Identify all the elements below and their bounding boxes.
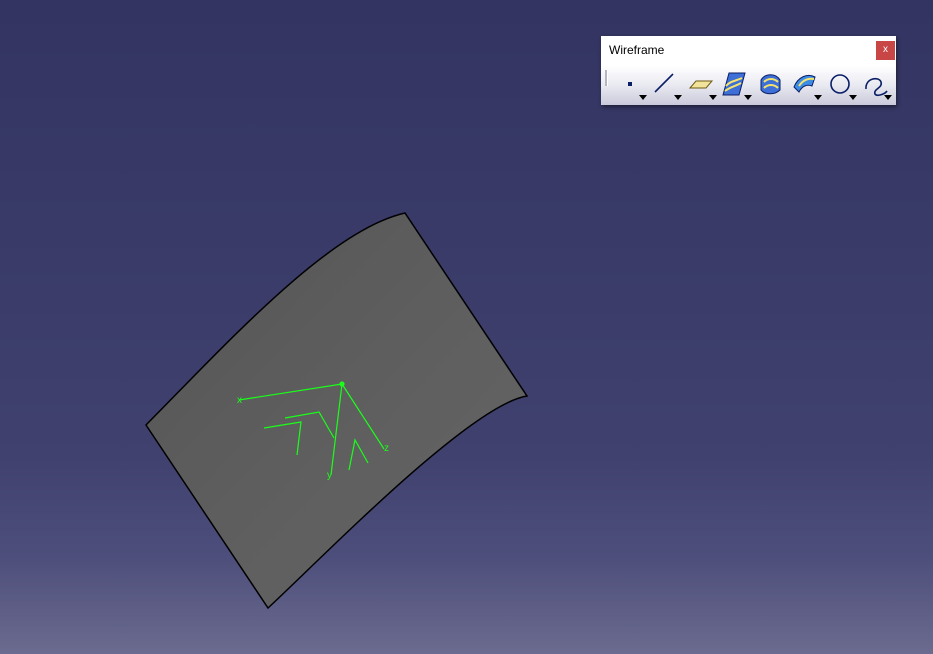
axis-z-label: z	[384, 443, 389, 454]
point-dropdown-arrow[interactable]	[639, 95, 647, 100]
projection-button[interactable]	[719, 69, 753, 100]
line-button[interactable]	[649, 69, 683, 100]
axis-origin-point[interactable]	[339, 381, 345, 387]
axis-y-label: y	[327, 470, 332, 481]
plane-dropdown-arrow[interactable]	[709, 95, 717, 100]
line-dropdown-arrow[interactable]	[674, 95, 682, 100]
surface-patch[interactable]	[145, 212, 529, 610]
axis-x-label: x	[237, 395, 242, 406]
close-button[interactable]: x	[876, 41, 895, 60]
combine-button[interactable]	[754, 69, 788, 99]
reflect-line-dropdown-arrow[interactable]	[814, 95, 822, 100]
spline-dropdown-arrow[interactable]	[884, 95, 892, 100]
point-button[interactable]	[614, 69, 648, 100]
projection-dropdown-arrow[interactable]	[744, 95, 752, 100]
plane-button[interactable]	[684, 69, 718, 100]
toolbar-title[interactable]: Wireframe	[609, 43, 664, 57]
circle-button[interactable]	[824, 69, 858, 100]
toolbar-buttons	[601, 66, 896, 105]
toolbar-grip[interactable]	[605, 70, 608, 86]
combine-icon	[760, 74, 781, 95]
spline-button[interactable]	[859, 69, 893, 100]
wireframe-toolbar[interactable]: Wireframe x	[601, 36, 896, 105]
circle-dropdown-arrow[interactable]	[849, 95, 857, 100]
reflect-line-button[interactable]	[789, 69, 823, 100]
